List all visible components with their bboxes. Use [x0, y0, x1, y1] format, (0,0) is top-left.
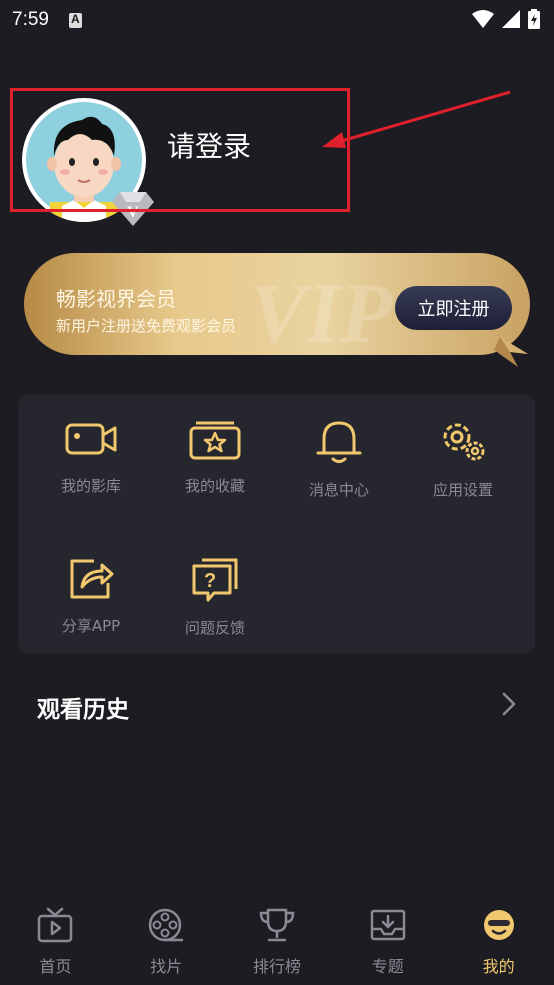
history-title[interactable]: 观看历史	[37, 690, 129, 724]
menu-label: 问题反馈	[184, 619, 245, 637]
bottom-tab-bar: 首页 找片 排行榜 专题 我的	[0, 895, 554, 985]
menu-item-messages[interactable]: 消息中心	[276, 395, 402, 515]
battery-icon	[528, 9, 540, 29]
tv-icon	[38, 907, 73, 943]
share-icon	[70, 559, 114, 599]
wifi-icon	[472, 10, 494, 28]
tab-discover[interactable]: 找片	[111, 895, 222, 985]
menu-item-feedback[interactable]: ? 问题反馈	[152, 533, 278, 653]
video-camera-icon	[65, 423, 117, 455]
svg-text:?: ?	[204, 570, 216, 592]
tab-ranking[interactable]: 排行榜	[222, 895, 333, 985]
menu-item-share[interactable]: 分享APP	[28, 533, 154, 653]
tab-label: 排行榜	[252, 957, 301, 976]
topic-box-icon	[370, 909, 406, 941]
signal-icon	[502, 10, 520, 28]
menu-item-settings[interactable]: 应用设置	[400, 395, 526, 515]
tab-mine[interactable]: 我的	[443, 895, 554, 985]
status-icons	[472, 9, 540, 29]
bell-icon	[316, 421, 362, 463]
highlight-box	[10, 88, 350, 212]
menu-label: 我的影库	[60, 477, 121, 495]
annotation-arrow	[322, 90, 511, 148]
gear-icon	[443, 423, 485, 461]
tab-label: 我的	[482, 957, 515, 976]
menu-label: 应用设置	[432, 481, 493, 499]
menu-item-favorites[interactable]: 我的收藏	[152, 395, 278, 515]
tab-label: 专题	[371, 957, 404, 976]
menu-label: 分享APP	[61, 617, 121, 635]
tab-label: 找片	[150, 957, 183, 976]
feedback-icon: ?	[192, 558, 238, 602]
menu-label: 消息中心	[308, 481, 369, 499]
chevron-right-icon[interactable]	[500, 692, 518, 716]
film-reel-icon	[148, 908, 184, 942]
smiley-face-icon	[483, 910, 514, 940]
notification-a-icon	[68, 12, 82, 28]
status-bar: 7:59	[0, 0, 554, 40]
status-time: 7:59	[12, 9, 49, 30]
vip-watermark-icon: VIP	[249, 265, 393, 355]
vip-subtitle: 新用户注册送免费观影会员	[56, 317, 237, 335]
favorites-icon	[189, 421, 241, 460]
vip-title: 畅影视界会员	[56, 287, 176, 311]
vip-banner[interactable]: VIP 畅影视界会员 新用户注册送免费观影会员 立即注册	[24, 253, 530, 355]
tab-label: 首页	[39, 957, 72, 976]
tab-home[interactable]: 首页	[0, 895, 111, 985]
tab-topics[interactable]: 专题	[332, 895, 443, 985]
trophy-icon	[259, 908, 295, 942]
menu-card: 我的影库 我的收藏 消息中心 应用设置 分享APP ? 问题反馈	[18, 395, 535, 653]
menu-item-library[interactable]: 我的影库	[28, 395, 154, 515]
menu-label: 我的收藏	[184, 477, 245, 495]
banner-ribbon-icon	[494, 337, 528, 367]
